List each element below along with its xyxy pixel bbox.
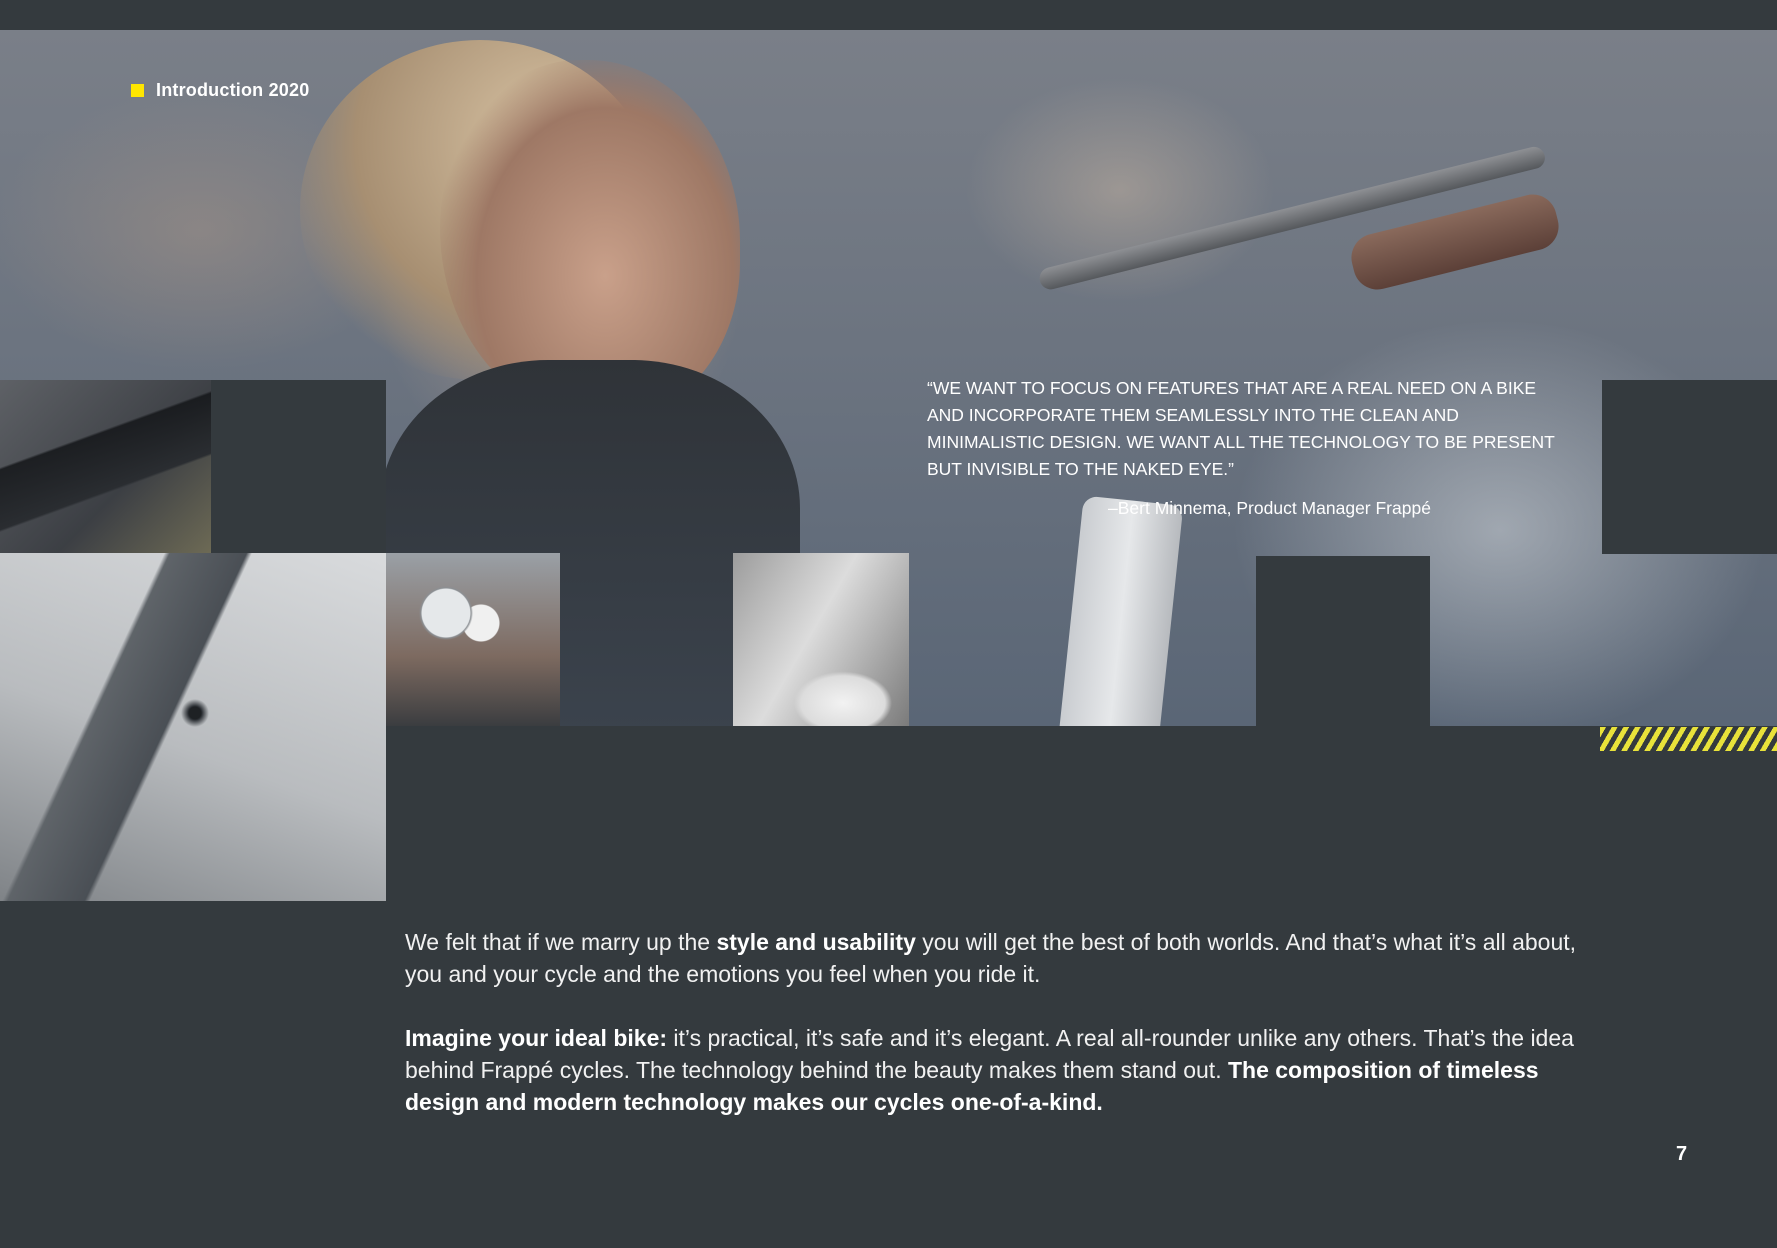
body-paragraph-1: We felt that if we marry up the style an…	[405, 926, 1605, 990]
quote-attribution: –Bert Minnema, Product Manager Frappé	[1108, 498, 1431, 518]
detail-photo-frame-touch	[0, 553, 386, 901]
body-copy: We felt that if we marry up the style an…	[405, 926, 1605, 1150]
body-text-bold: Imagine your ideal bike:	[405, 1025, 668, 1051]
page-number: 7	[1676, 1143, 1688, 1165]
yellow-square-icon	[131, 84, 144, 97]
pull-quote: “WE WANT TO FOCUS ON FEATURES THAT ARE A…	[927, 378, 1555, 479]
mosaic-dark-tile	[1602, 380, 1777, 554]
hazard-stripes-decoration	[1600, 727, 1777, 751]
mosaic-dark-tile	[211, 380, 386, 553]
body-paragraph-2: Imagine your ideal bike: it’s practical,…	[405, 1022, 1605, 1118]
detail-photo-frame-tube	[0, 380, 211, 553]
section-label-text: Introduction 2020	[156, 80, 310, 100]
body-text-run: We felt that if we marry up the	[405, 929, 717, 955]
mosaic-dark-tile	[1256, 556, 1430, 726]
body-text-bold: style and usability	[716, 929, 916, 955]
detail-photo-mechanism	[733, 553, 909, 728]
hero-bike-stem	[1056, 495, 1184, 726]
mosaic-dark-band	[386, 726, 1777, 901]
section-label: Introduction 2020	[131, 80, 309, 101]
detail-photo-plate	[386, 553, 560, 726]
